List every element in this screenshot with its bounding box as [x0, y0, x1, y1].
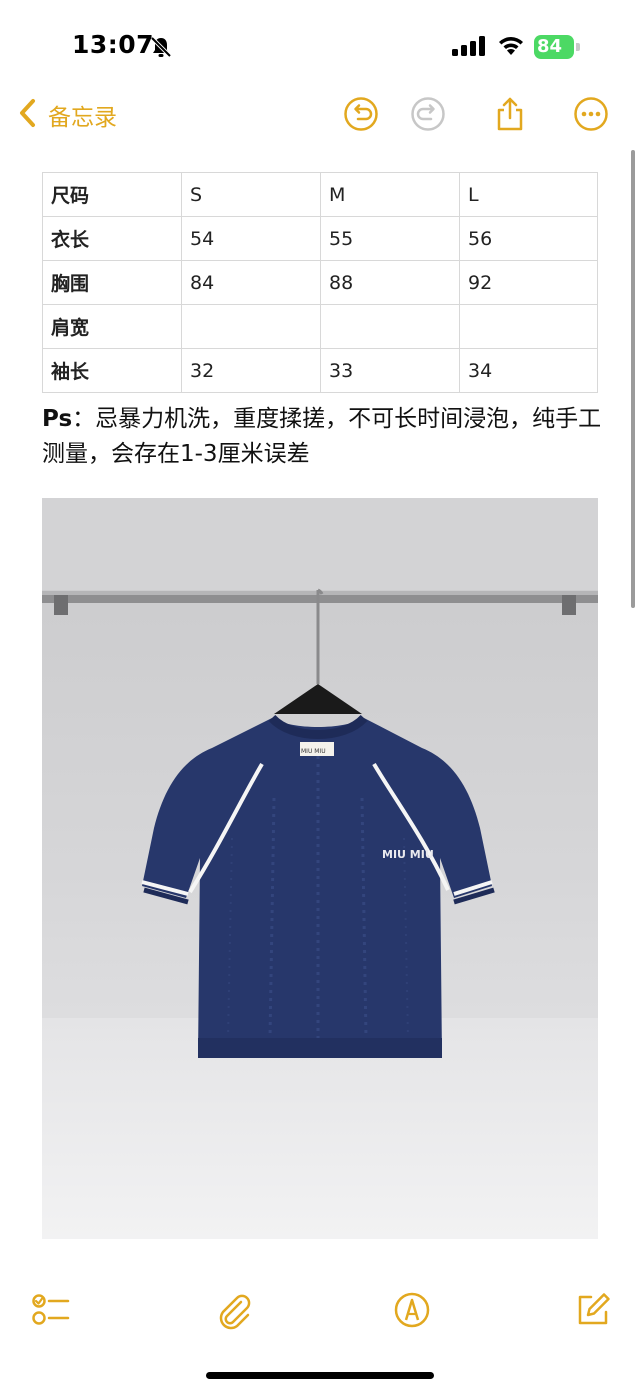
table-cell: [459, 304, 598, 349]
scrollbar[interactable]: [631, 150, 635, 608]
battery-level: 84: [537, 36, 563, 57]
table-row: 肩宽: [42, 304, 598, 349]
table-cell: 88: [320, 260, 460, 305]
table-row: 尺码 S M L: [42, 172, 598, 217]
nav-bar: 备忘录: [0, 90, 640, 140]
note-prefix: Ps: [42, 406, 73, 432]
status-bar: 13:07 84: [0, 0, 640, 90]
home-indicator[interactable]: [206, 1372, 434, 1379]
table-cell: L: [459, 172, 598, 217]
table-cell: 肩宽: [42, 304, 182, 349]
chevron-left-icon: [18, 97, 38, 133]
table-cell: S: [181, 172, 321, 217]
table-cell: [320, 304, 460, 349]
table-cell: 衣长: [42, 216, 182, 261]
bell-slash-icon: [150, 36, 172, 58]
status-time: 13:07: [72, 30, 155, 59]
compose-icon[interactable]: [573, 1290, 613, 1330]
table-cell: 32: [181, 348, 321, 393]
paperclip-icon[interactable]: [214, 1290, 254, 1330]
size-table: 尺码 S M L 衣长 54 55 56 胸围 84 88 92 肩宽 袖长 3…: [42, 172, 598, 393]
checklist-icon[interactable]: [30, 1290, 70, 1330]
table-cell: 84: [181, 260, 321, 305]
table-cell: 胸围: [42, 260, 182, 305]
cellular-signal-icon: [452, 36, 488, 56]
markup-pen-icon[interactable]: [392, 1290, 432, 1330]
undo-icon[interactable]: [343, 96, 379, 132]
table-cell: 55: [320, 216, 460, 261]
table-cell: [181, 304, 321, 349]
garment-logo: MIU MIU: [382, 848, 434, 861]
redo-icon[interactable]: [410, 96, 446, 132]
battery-charging-icon: 84: [534, 35, 582, 59]
table-cell: 56: [459, 216, 598, 261]
table-cell: 54: [181, 216, 321, 261]
table-cell: 92: [459, 260, 598, 305]
more-icon[interactable]: [573, 96, 609, 132]
table-cell: 尺码: [42, 172, 182, 217]
table-cell: 34: [459, 348, 598, 393]
garment-neck-label: MIU MIU: [301, 748, 326, 755]
product-photo[interactable]: MIU MIU MIU MIU: [42, 498, 598, 1239]
wifi-icon: [497, 34, 525, 56]
note-text[interactable]: Ps：忌暴力机洗，重度揉搓，不可长时间浸泡，纯手工测量，会存在1-3厘米误差: [42, 402, 602, 472]
table-cell: 袖长: [42, 348, 182, 393]
table-cell: M: [320, 172, 460, 217]
back-button[interactable]: 备忘录: [18, 98, 117, 132]
table-row: 胸围 84 88 92: [42, 260, 598, 305]
table-row: 衣长 54 55 56: [42, 216, 598, 261]
table-cell: 33: [320, 348, 460, 393]
back-label: 备忘录: [48, 105, 117, 131]
table-row: 袖长 32 33 34: [42, 348, 598, 393]
note-body: ：忌暴力机洗，重度揉搓，不可长时间浸泡，纯手工测量，会存在1-3厘米误差: [42, 406, 602, 467]
share-icon[interactable]: [492, 96, 528, 132]
